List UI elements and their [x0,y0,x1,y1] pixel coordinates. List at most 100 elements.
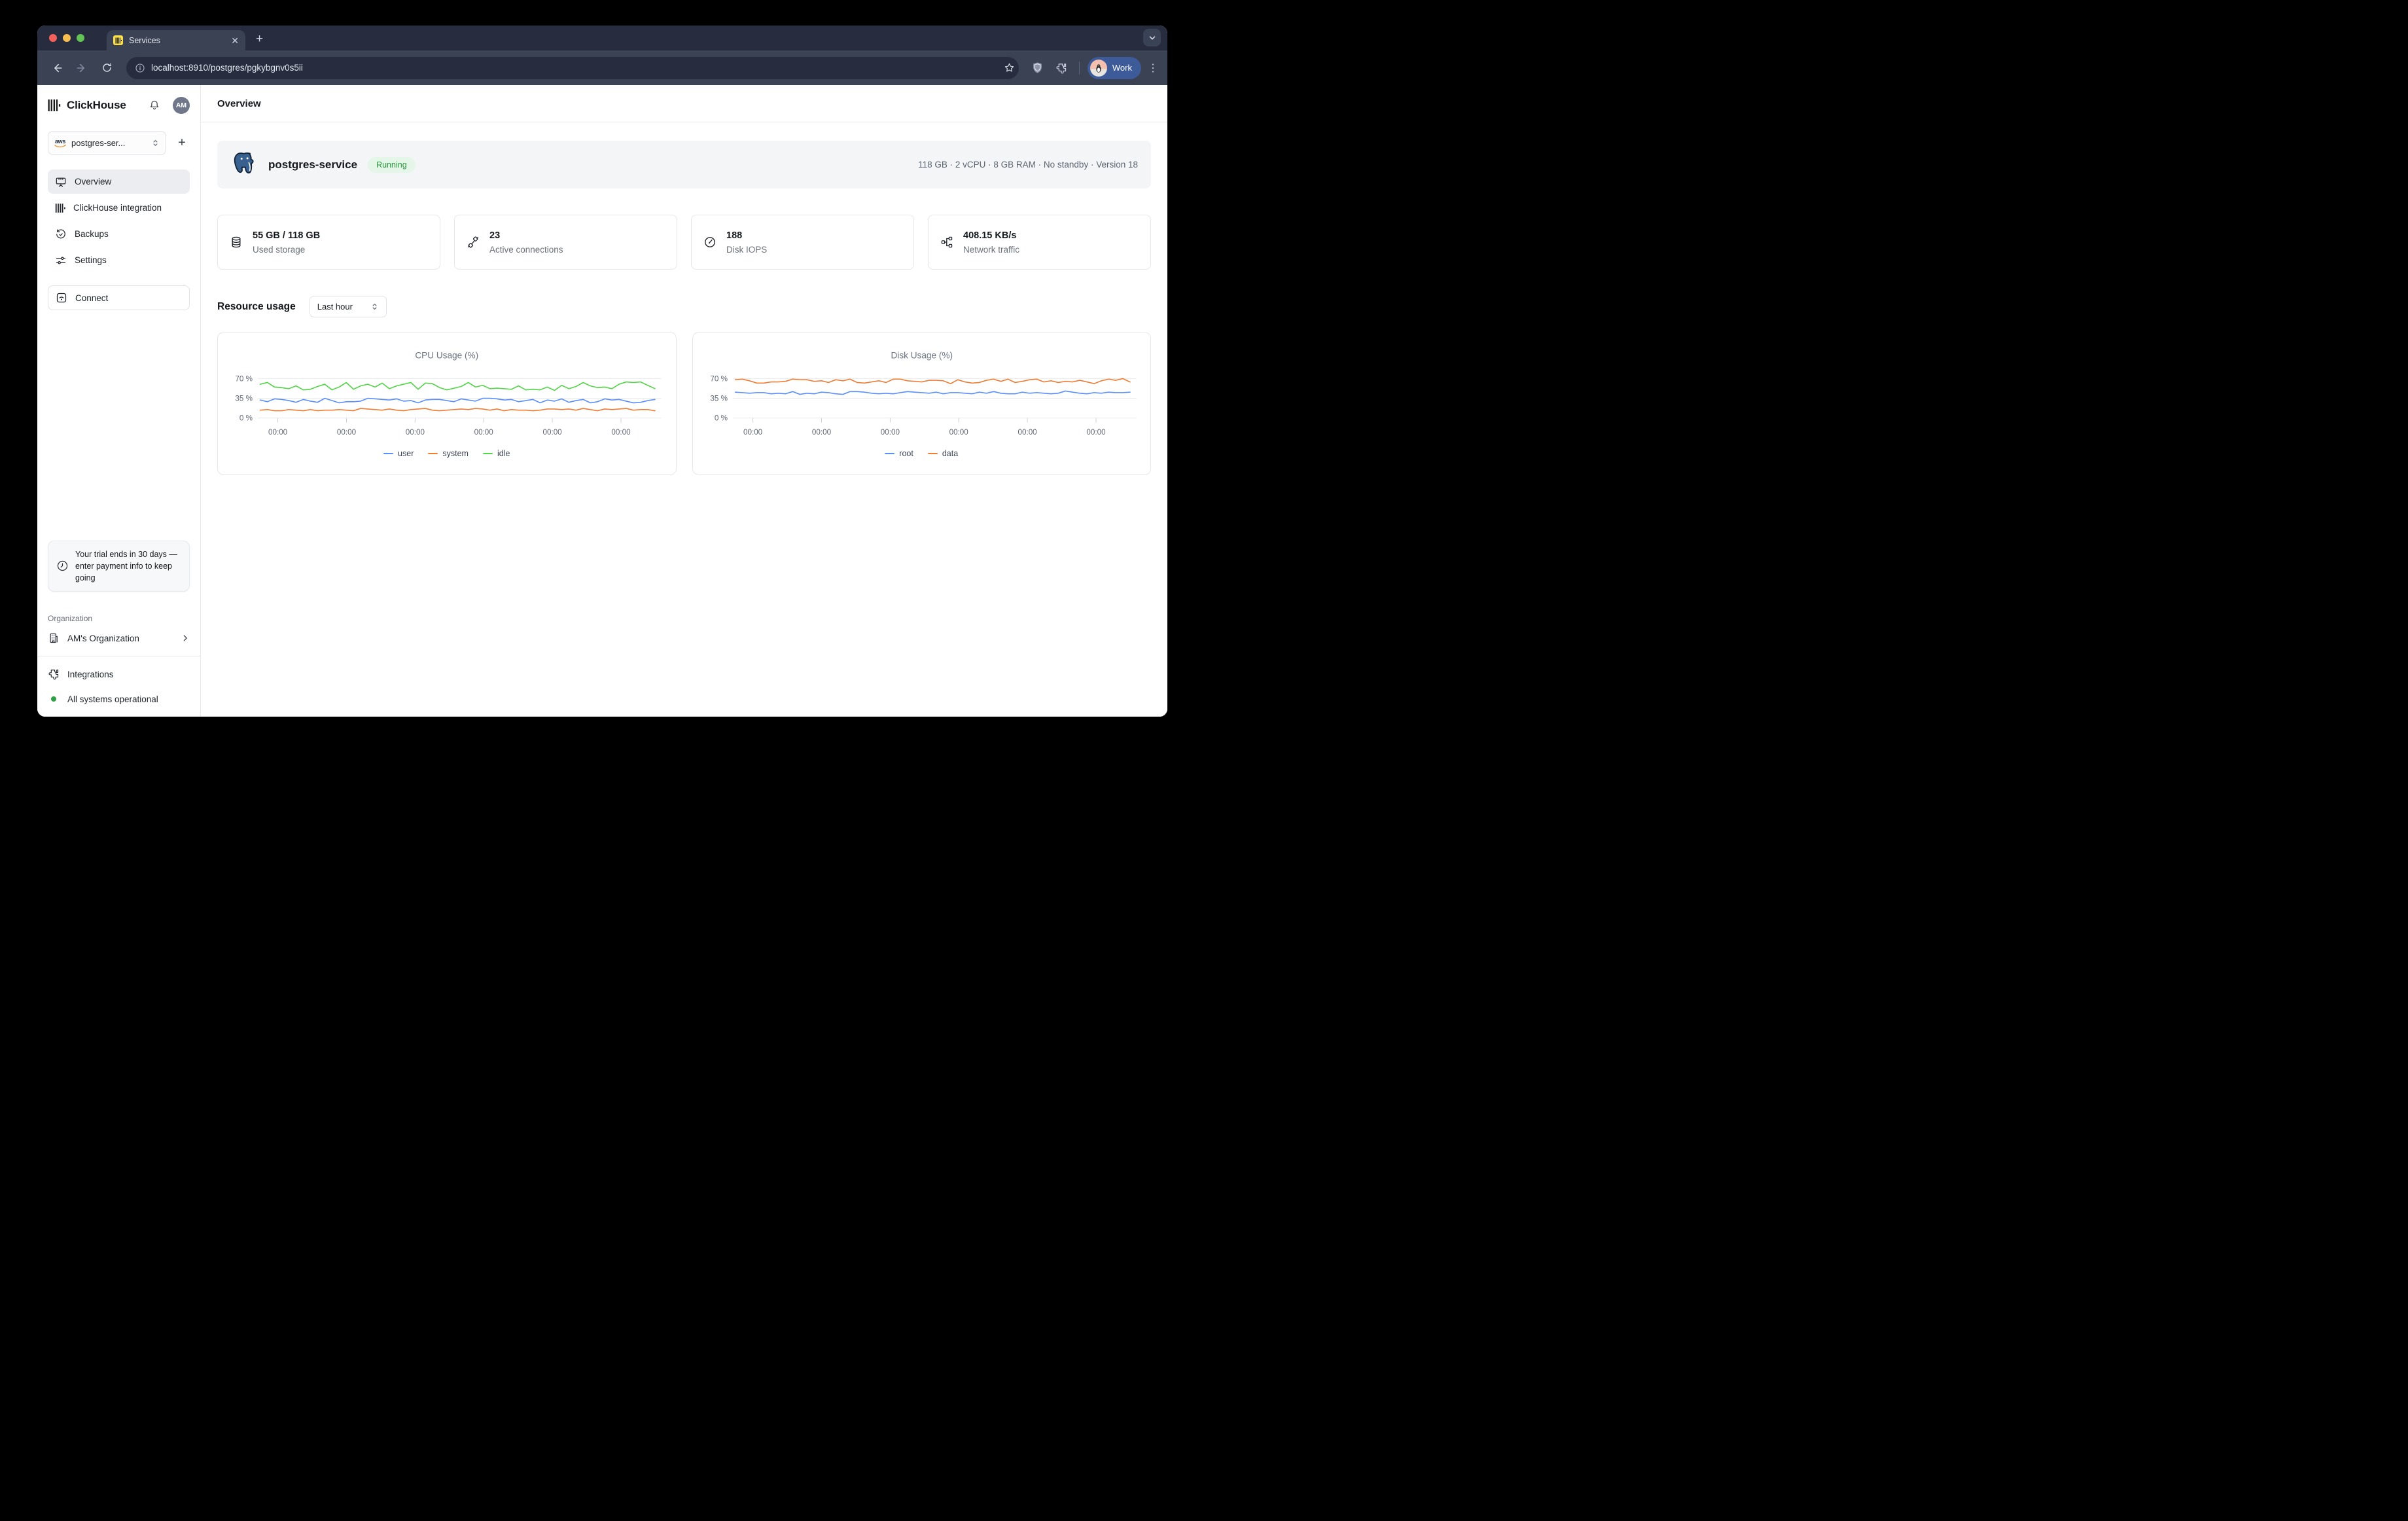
stat-label: Used storage [253,245,320,255]
sidebar-item-overview[interactable]: Overview [48,170,190,194]
svg-text:0 %: 0 % [714,414,727,423]
window-controls [37,26,92,50]
sidebar-item-label: Backups [75,229,109,239]
profile-chip[interactable]: Work [1088,57,1141,79]
legend-label: data [942,449,958,458]
svg-text:00:00: 00:00 [406,428,425,437]
charts-row: CPU Usage (%)0 %35 %70 %00:0000:0000:000… [217,332,1151,475]
close-tab-icon[interactable]: ✕ [231,36,239,45]
sidebar-item-clickhouse-integration[interactable]: ClickHouse integration [48,196,190,220]
legend-swatch [483,453,493,455]
legend-swatch [428,453,438,455]
sidebar-bottom-section: Integrations All systems operational [37,656,200,709]
time-range-select[interactable]: Last hour [310,296,387,317]
notifications-bell-icon[interactable] [149,99,160,111]
bookmark-star-icon[interactable] [1004,62,1015,73]
resource-usage-title: Resource usage [217,301,296,313]
building-icon [48,632,60,644]
chevron-down-icon [1148,33,1157,43]
integrations-link[interactable]: Integrations [48,666,190,683]
add-service-button[interactable]: + [174,135,190,151]
legend-item-root[interactable]: root [885,449,913,458]
svg-text:00:00: 00:00 [949,428,968,437]
chevron-updown-icon [151,139,160,147]
stat-value: 188 [726,230,767,241]
connect-button[interactable]: Connect [48,285,190,310]
postgresql-elephant-icon [230,151,258,179]
new-tab-button[interactable]: + [256,32,263,46]
profile-avatar [1090,60,1107,77]
legend-item-system[interactable]: system [428,449,469,458]
browser-window: Services ✕ + localhost:8910/postgres/pgk… [37,26,1167,717]
sidebar-item-backups[interactable]: Backups [48,222,190,246]
stat-label: Network traffic [963,245,1019,255]
svg-text:CPU Usage (%): CPU Usage (%) [415,350,478,360]
extensions-puzzle-icon[interactable] [1052,58,1071,78]
legend-swatch [383,453,393,455]
organization-row[interactable]: AM's Organization [48,632,190,644]
stat-label: Active connections [489,245,563,255]
svg-text:00:00: 00:00 [880,428,900,437]
user-avatar[interactable]: AM [173,97,190,114]
stats-row: 55 GB / 118 GB Used storage 23 Active co… [217,215,1151,270]
legend-label: user [398,449,414,458]
browser-menu-button[interactable]: ⋮ [1148,62,1158,75]
sliders-icon [55,255,67,266]
site-info-icon[interactable] [135,63,145,73]
svg-text:0 %: 0 % [239,414,253,423]
page-content: postgres-service Running 118 GB · 2 vCPU… [201,122,1167,493]
svg-text:00:00: 00:00 [1018,428,1037,437]
browser-tab-services[interactable]: Services ✕ [107,30,245,50]
tab-search-button[interactable] [1143,29,1161,46]
minimize-window-button[interactable] [63,34,71,42]
svg-text:70 %: 70 % [235,374,253,383]
stat-value: 55 GB / 118 GB [253,230,320,241]
close-window-button[interactable] [49,34,57,42]
stat-card-network-traffic: 408.15 KB/s Network traffic [928,215,1151,270]
zoom-window-button[interactable] [77,34,84,42]
connect-button-label: Connect [75,293,108,303]
chevron-updown-icon [370,302,379,311]
legend-item-data[interactable]: data [928,449,958,458]
legend-item-idle[interactable]: idle [483,449,510,458]
service-selector[interactable]: aws postgres-ser... [48,131,166,155]
shield-extension-icon[interactable] [1028,58,1048,78]
sidebar: ClickHouse AM aws postgres-ser... [37,85,201,717]
url-bar[interactable]: localhost:8910/postgres/pgkybgnv0s5ii [126,57,1019,79]
service-specs: 118 GB · 2 vCPU · 8 GB RAM · No standby … [918,160,1138,170]
organization-name: AM's Organization [67,634,173,643]
toolbar-separator [1079,62,1080,75]
monitor-icon [55,176,67,188]
main-panel: Overview postgres-service Running 118 GB… [201,85,1167,717]
legend-item-user[interactable]: user [383,449,414,458]
url-text[interactable]: localhost:8910/postgres/pgkybgnv0s5ii [151,63,998,73]
tab-title: Services [129,36,225,45]
chart-svg: Disk Usage (%)0 %35 %70 %00:0000:0000:00… [702,342,1142,442]
svg-text:00:00: 00:00 [337,428,357,437]
svg-text:00:00: 00:00 [474,428,494,437]
legend-label: system [442,449,469,458]
page-title: Overview [217,98,261,109]
svg-text:70 %: 70 % [710,374,728,383]
stat-value: 23 [489,230,563,241]
service-header-card: postgres-service Running 118 GB · 2 vCPU… [217,141,1151,188]
clickhouse-bars-icon [55,203,65,213]
legend-label: root [899,449,913,458]
tab-strip: Services ✕ + [37,26,1167,50]
service-selector-value: postgres-ser... [71,138,146,148]
sidebar-item-settings[interactable]: Settings [48,248,190,272]
browser-toolbar: localhost:8910/postgres/pgkybgnv0s5ii Wo… [37,50,1167,85]
chevron-right-icon [181,634,190,643]
brand-name: ClickHouse [67,99,143,112]
sidebar-item-label: Overview [75,177,111,187]
disk-usage-chart-card: Disk Usage (%)0 %35 %70 %00:0000:0000:00… [692,332,1152,475]
svg-text:00:00: 00:00 [268,428,288,437]
stat-label: Disk IOPS [726,245,767,255]
forward-button[interactable] [71,58,92,79]
svg-text:00:00: 00:00 [743,428,763,437]
back-button[interactable] [46,58,67,79]
reload-button[interactable] [96,58,117,79]
page-topbar: Overview [201,85,1167,122]
sidebar-item-label: Settings [75,255,107,265]
system-status-row[interactable]: All systems operational [48,690,190,707]
